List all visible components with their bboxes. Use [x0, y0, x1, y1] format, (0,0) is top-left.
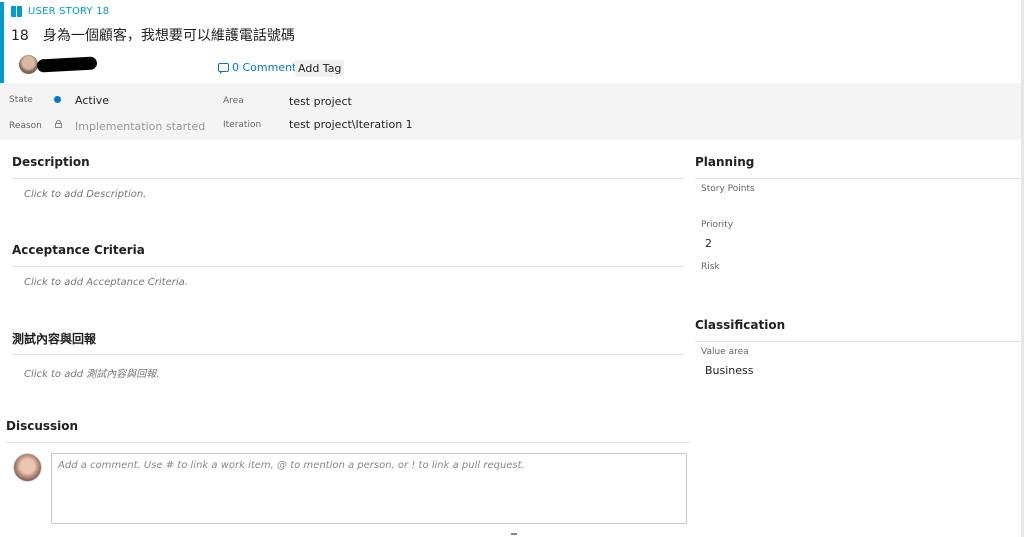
value-area-field[interactable]: Business [705, 364, 754, 377]
lock-icon [55, 120, 62, 128]
work-item-type-accent [0, 2, 4, 83]
work-item-header: USER STORY 18 18 身為一個顧客，我想要可以維護電話號碼 0 Co… [0, 0, 1024, 83]
comment-icon [218, 63, 229, 74]
testing-report-title: 測試內容與回報 [12, 332, 97, 346]
comments-link[interactable]: 0 Comments [218, 61, 302, 74]
work-item-type-label: USER STORY 18 [28, 6, 110, 17]
comment-input[interactable] [52, 454, 686, 523]
discussion-divider [6, 442, 690, 443]
resize-handle[interactable] [511, 533, 517, 535]
comment-box [51, 453, 687, 524]
comments-count-label: 0 Comments [232, 61, 303, 74]
testing-report-editor[interactable]: Click to add 測試內容與回報. [24, 365, 159, 380]
description-title: Description [12, 155, 90, 169]
description-editor[interactable]: Click to add Description. [24, 189, 146, 200]
state-label: State [9, 95, 33, 105]
iteration-label: Iteration [223, 120, 262, 130]
classification-title: Classification [695, 318, 786, 332]
state-dropdown[interactable]: Active [75, 94, 109, 107]
reason-label: Reason [9, 121, 42, 131]
work-item-type: USER STORY 18 [11, 6, 109, 17]
meta-row: 0 Comments Add Tag [19, 55, 919, 77]
area-label: Area [223, 96, 244, 106]
risk-label: Risk [701, 262, 720, 272]
acceptance-criteria-divider [12, 266, 684, 267]
story-points-label: Story Points [701, 184, 755, 194]
work-item-id: 18 [11, 28, 29, 44]
priority-field[interactable]: 2 [705, 237, 712, 250]
planning-divider [695, 178, 1021, 179]
reason-value: Implementation started [75, 120, 206, 133]
avatar [13, 453, 42, 482]
priority-label: Priority [701, 220, 734, 230]
testing-report-divider [12, 354, 684, 355]
acceptance-criteria-editor[interactable]: Click to add Acceptance Criteria. [24, 277, 188, 288]
description-divider [12, 178, 684, 179]
assigned-to-name-redacted[interactable] [36, 56, 98, 73]
add-tag-button[interactable]: Add Tag [295, 60, 345, 77]
classification-divider [695, 341, 1021, 342]
book-icon [11, 6, 23, 17]
assigned-to-avatar[interactable] [19, 55, 38, 74]
planning-title: Planning [695, 155, 755, 169]
acceptance-criteria-title: Acceptance Criteria [12, 243, 145, 257]
discussion-title: Discussion [6, 419, 79, 433]
area-field[interactable]: test project [289, 95, 352, 108]
value-area-label: Value area [701, 347, 749, 357]
title-row: 18 身為一個顧客，我想要可以維護電話號碼 [11, 25, 295, 45]
work-item-title[interactable]: 身為一個顧客，我想要可以維護電話號碼 [43, 25, 295, 45]
state-dot-icon [54, 96, 61, 103]
iteration-field[interactable]: test project\Iteration 1 [289, 118, 413, 131]
